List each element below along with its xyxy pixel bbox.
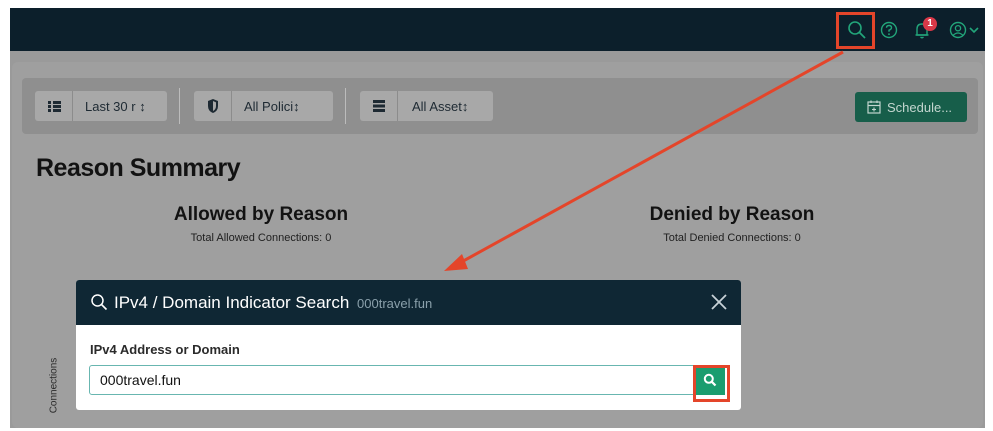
annotation-arrow xyxy=(444,50,844,271)
app-window: 1 Last 30 r ↕ All Polici↕ All Asset↕ Sch… xyxy=(10,8,985,428)
